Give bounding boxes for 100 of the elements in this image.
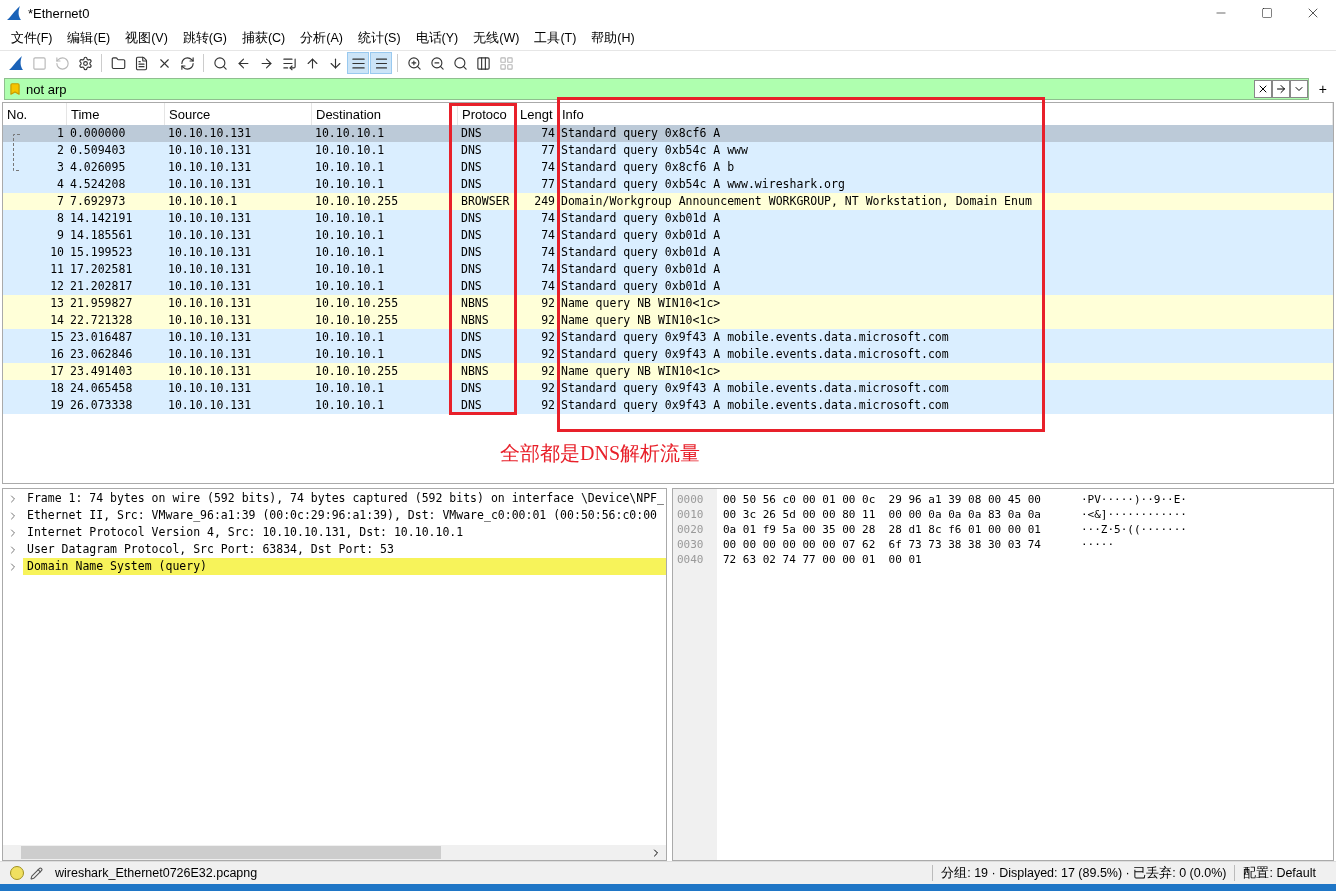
table-cell-text: DNS: [460, 176, 483, 193]
packet-row[interactable]: 12 21.202817 10.10.10.131 10.10.10.1 DNS 74 Standard query 0xb01d A: [3, 278, 1333, 295]
menu-item[interactable]: 捕获(C): [234, 29, 293, 47]
packet-row[interactable]: 8 14.142191 10.10.10.131 10.10.10.1 DNS 74 Standard query 0xb01d A: [3, 210, 1333, 227]
tree-item[interactable]: User Datagram Protocol, Src Port: 63834, Dst Port: 53: [23, 541, 666, 558]
table-cell-text: Standard query 0x9f43 A mobile.events.data.microsoft.com: [560, 380, 950, 397]
table-cell-text: 2: [56, 142, 65, 159]
table-cell-text: DNS: [460, 346, 483, 363]
packet-row[interactable]: 2 0.509403 10.10.10.131 10.10.10.1 DNS 77 Standard query 0xb54c A www: [3, 142, 1333, 159]
table-cell-text: 74: [540, 227, 556, 244]
table-cell-text: 10: [49, 244, 65, 261]
menu-item[interactable]: 工具(T): [526, 29, 584, 47]
packet-row[interactable]: 19 26.073338 10.10.10.131 10.10.10.1 DNS 92 Standard query 0x9f43 A mobile.events.data.microsoft.com: [3, 397, 1333, 414]
status-indicator-icon[interactable]: [10, 866, 24, 880]
table-cell-text: 74: [540, 244, 556, 261]
autoscroll-button[interactable]: [347, 52, 369, 74]
display-filter-field[interactable]: not arp: [4, 78, 1309, 100]
menu-item[interactable]: 帮助(H): [583, 29, 643, 47]
menu-item[interactable]: 编辑(E): [59, 29, 118, 47]
zoom-in-icon: [406, 55, 422, 71]
packet-row[interactable]: 16 23.062846 10.10.10.131 10.10.10.1 DNS 92 Standard query 0x9f43 A mobile.events.data.microsoft.com: [3, 346, 1333, 363]
table-cell-text: 10.10.10.1: [314, 380, 386, 397]
filter-input[interactable]: not arp: [22, 81, 1254, 97]
table-cell-text: Domain/Workgroup Announcement WORKGROUP, NT Workstation, Domain Enum: [560, 193, 1033, 210]
table-cell-text: 10.10.10.131: [167, 244, 253, 261]
menu-item[interactable]: 电话(Y): [408, 29, 466, 47]
packet-row[interactable]: 17 23.491403 10.10.10.131 10.10.10.255 NBNS 92 Name query NB WIN10<1c>: [3, 363, 1333, 380]
profile-label[interactable]: 配置: Default: [1243, 864, 1316, 882]
back-arrow-icon: [235, 55, 251, 71]
table-cell-text: Standard query 0xb01d A: [560, 278, 722, 295]
packet-row[interactable]: 3 4.026095 10.10.10.131 10.10.10.1 DNS 74 Standard query 0x8cf6 A b: [3, 159, 1333, 176]
packet-row[interactable]: 7 7.692973 10.10.10.1 10.10.10.255 BROWSER 249 Domain/Workgroup Announcement WORKGROUP, NT Workstation, Domain Enum: [3, 193, 1333, 210]
table-cell-text: 10.10.10.1: [314, 210, 386, 227]
table-cell-text: 74: [540, 159, 556, 176]
table-cell-text: Standard query 0xb01d A: [560, 261, 722, 278]
table-cell-text: 23.491403: [69, 363, 134, 380]
table-cell-text: 22.721328: [69, 312, 134, 329]
table-cell-text: 1: [56, 125, 65, 142]
table-cell-text: Standard query 0x8cf6 A: [560, 125, 722, 142]
table-cell-text: 10.10.10.1: [314, 244, 386, 261]
table-cell-text: BROWSER: [460, 193, 511, 210]
table-cell-text: Name query NB WIN10<1c>: [560, 363, 722, 380]
table-cell-text: Standard query 0xb01d A: [560, 227, 722, 244]
table-cell-text: 17: [49, 363, 65, 380]
table-cell-text: 74: [540, 278, 556, 295]
ascii-bytes: ·PV·····)··9··E·: [1081, 493, 1187, 506]
table-cell-text: 92: [540, 312, 556, 329]
packet-row[interactable]: 11 17.202581 10.10.10.131 10.10.10.1 DNS 74 Standard query 0xb01d A: [3, 261, 1333, 278]
table-cell-text: 4.524208: [69, 176, 127, 193]
tree-item[interactable]: Frame 1: 74 bytes on wire (592 bits), 74 bytes captured (592 bits) on interface \Device\NPF_: [23, 490, 666, 507]
horizontal-scrollbar[interactable]: [3, 845, 666, 860]
table-cell-text: Standard query 0xb54c A www: [560, 142, 749, 159]
table-cell-text: 74: [540, 210, 556, 227]
hex-bytes: 00 50 56 c0 00 01 00 0c 29 96 a1 39 08 00 45 00: [723, 493, 1042, 506]
edit-comment-icon[interactable]: [30, 866, 43, 880]
table-cell-text: 10.10.10.1: [314, 159, 386, 176]
packet-row[interactable]: 13 21.959827 10.10.10.131 10.10.10.255 NBNS 92 Name query NB WIN10<1c>: [3, 295, 1333, 312]
table-cell-text: Standard query 0xb01d A: [560, 210, 722, 227]
table-cell-text: 92: [540, 329, 556, 346]
tree-item[interactable]: Internet Protocol Version 4, Src: 10.10.10.131, Dst: 10.10.10.1: [23, 524, 666, 541]
table-cell-text: Standard query 0xb54c A www.wireshark.org: [560, 176, 846, 193]
packet-row[interactable]: 1 0.000000 10.10.10.131 10.10.10.1 DNS 74 Standard query 0x8cf6 A: [3, 125, 1333, 142]
packet-row[interactable]: 14 22.721328 10.10.10.131 10.10.10.255 NBNS 92 Name query NB WIN10<1c>: [3, 312, 1333, 329]
packet-row[interactable]: 18 24.065458 10.10.10.131 10.10.10.1 DNS 92 Standard query 0x9f43 A mobile.events.data.microsoft.com: [3, 380, 1333, 397]
table-cell-text: 10.10.10.131: [167, 312, 253, 329]
zoom-out-icon: [429, 55, 445, 71]
table-cell-text: DNS: [460, 261, 483, 278]
table-cell-text: DNS: [460, 380, 483, 397]
tree-item[interactable]: Domain Name System (query): [23, 558, 666, 575]
menu-item[interactable]: 文件(F): [3, 29, 60, 47]
table-cell-text: 10.10.10.131: [167, 278, 253, 295]
packet-row[interactable]: 4 4.524208 10.10.10.131 10.10.10.1 DNS 77 Standard query 0xb54c A www.wireshark.org: [3, 176, 1333, 193]
packet-row[interactable]: 15 23.016487 10.10.10.131 10.10.10.1 DNS 92 Standard query 0x9f43 A mobile.events.data.microsoft.com: [3, 329, 1333, 346]
packet-row[interactable]: 10 15.199523 10.10.10.131 10.10.10.1 DNS 74 Standard query 0xb01d A: [3, 244, 1333, 261]
table-cell-text: 10.10.10.255: [314, 312, 400, 329]
table-cell-text: DNS: [460, 397, 483, 414]
table-cell-text: 21.959827: [69, 295, 134, 312]
colored-lines-button[interactable]: [370, 52, 392, 74]
ascii-bytes: ·<&]············: [1081, 508, 1187, 521]
add-filter-button[interactable]: +: [1312, 81, 1333, 97]
table-cell-text: DNS: [460, 244, 483, 261]
byte-offset: 0010: [676, 507, 705, 522]
menu-item[interactable]: 分析(A): [292, 29, 351, 47]
menu-item[interactable]: 跳转(G): [175, 29, 235, 47]
hex-bytes: 00 00 00 00 00 00 07 62 6f 73 73 38 38 30 03 74: [723, 538, 1042, 551]
colored-lines-icon: [373, 55, 389, 71]
menu-item[interactable]: 无线(W): [465, 29, 527, 47]
table-cell-text: 19: [49, 397, 65, 414]
packet-row[interactable]: 9 14.185561 10.10.10.131 10.10.10.1 DNS 74 Standard query 0xb01d A: [3, 227, 1333, 244]
menu-item[interactable]: 视图(V): [117, 29, 176, 47]
table-cell-text: 10.10.10.1: [314, 278, 386, 295]
menu-item[interactable]: 统计(S): [350, 29, 409, 47]
tree-item[interactable]: Ethernet II, Src: VMware_96:a1:39 (00:0c:29:96:a1:39), Dst: VMware_c0:00:01 (00:50:56:c0:00: [23, 507, 666, 524]
table-cell-text: 15.199523: [69, 244, 134, 261]
table-cell-text: 8: [56, 210, 65, 227]
table-cell-text: 23.062846: [69, 346, 134, 363]
table-cell-text: 26.073338: [69, 397, 134, 414]
table-cell-text: 77: [540, 176, 556, 193]
table-cell-text: 18: [49, 380, 65, 397]
clear-filter-button[interactable]: [1253, 80, 1272, 98]
